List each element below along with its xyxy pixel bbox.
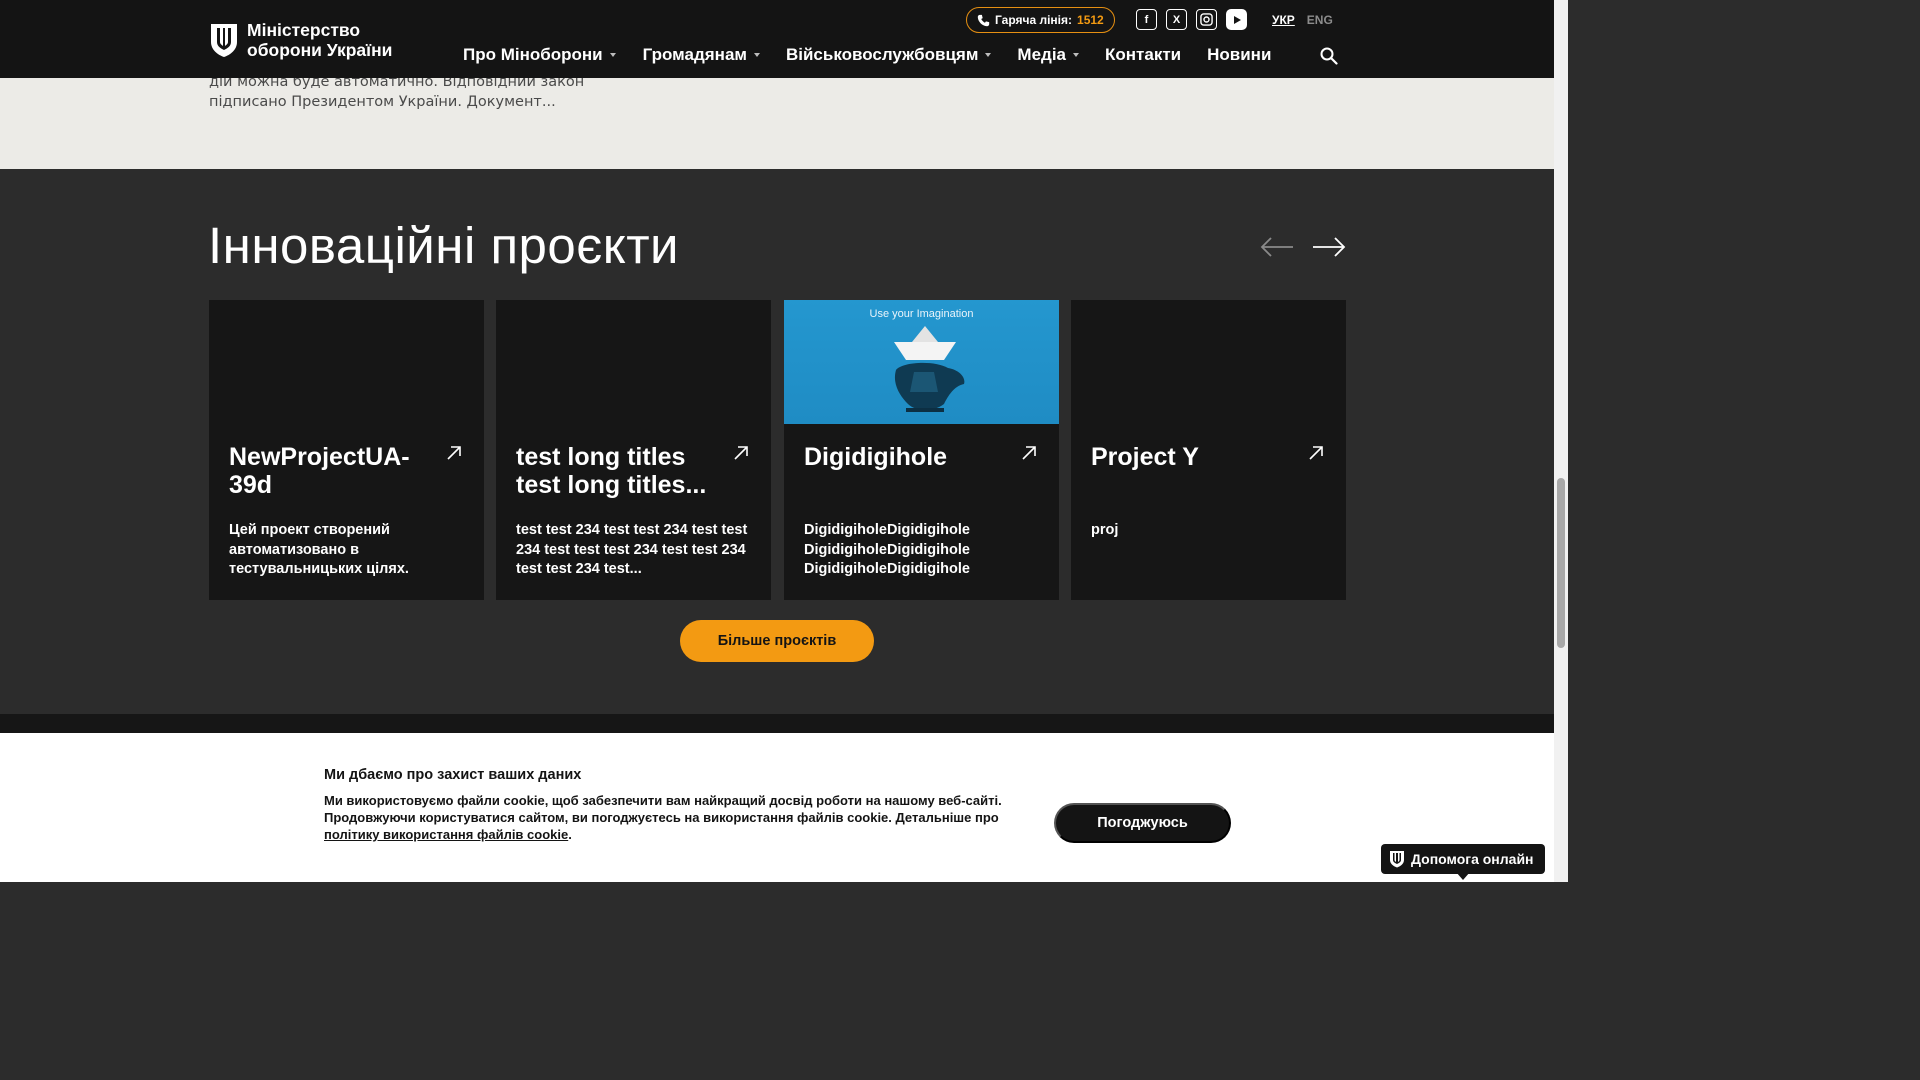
arrow-right-icon[interactable] xyxy=(1312,236,1346,258)
logo-line: Міністерство xyxy=(247,20,361,40)
nav-item-label: Про Міноборони xyxy=(463,45,603,64)
cookie-body: Ми використовуємо файли cookie, щоб забе… xyxy=(324,793,1002,825)
instagram-glyph xyxy=(1200,13,1213,26)
external-link-arrow-icon xyxy=(447,446,461,460)
youtube-icon[interactable] xyxy=(1226,9,1247,30)
cookie-policy-link[interactable]: політику використання файлів cookie xyxy=(324,827,568,842)
external-link-arrow-icon xyxy=(1022,446,1036,460)
project-card-title: Project Y xyxy=(1091,443,1199,471)
paper-boat-illustration xyxy=(894,326,965,412)
arrow-left-icon[interactable] xyxy=(1260,236,1294,258)
help-bubble-tail xyxy=(1456,872,1470,880)
project-card-image: Use your Imagination xyxy=(784,300,1059,424)
logo-text: Міністерство оборони України xyxy=(247,20,392,60)
chevron-down-icon xyxy=(985,53,992,57)
chevron-down-icon xyxy=(753,53,760,57)
cookie-title: Ми дбаємо про захист ваших даних xyxy=(324,767,582,783)
project-card-title: test long titles test long titles... xyxy=(516,443,707,499)
nav-item-media[interactable]: Медіа xyxy=(1017,45,1080,65)
nav-item-about[interactable]: Про Міноборони xyxy=(463,45,616,65)
project-card[interactable]: Use your Imagination Digidigihole Digidi… xyxy=(784,300,1059,600)
project-card-description: Цей проект створений автоматизовано в те… xyxy=(229,522,409,577)
project-card[interactable]: NewProjectUA-39d Цей проект створений ав… xyxy=(209,300,484,600)
nav-item-label: Військовослужбовцям xyxy=(785,45,979,64)
nav-item-label: Громадянам xyxy=(642,45,747,64)
nav-item-citizens[interactable]: Громадянам xyxy=(643,45,760,65)
project-card[interactable]: Project Y proj xyxy=(1071,300,1346,600)
project-card-title: NewProjectUA-39d xyxy=(229,443,410,499)
site-logo[interactable]: Міністерство оборони України xyxy=(209,20,392,60)
search-icon[interactable] xyxy=(1320,47,1338,65)
nav-item-contacts[interactable]: Контакти xyxy=(1105,45,1181,65)
social-links: f X xyxy=(1136,9,1247,30)
project-card-description: proj xyxy=(1091,522,1119,538)
trident-shield-icon xyxy=(211,24,237,57)
page-scrollbar[interactable] xyxy=(1554,0,1568,882)
instagram-icon[interactable] xyxy=(1196,9,1217,30)
logo-line: оборони України xyxy=(247,40,393,60)
nav-item-label: Контакти xyxy=(1105,45,1182,64)
hotline-button[interactable]: Гаряча лінія: 1512 xyxy=(966,7,1115,33)
trident-shield-icon xyxy=(1390,851,1404,868)
scrollbar-thumb[interactable] xyxy=(1557,478,1565,648)
help-online-button[interactable]: Допомога онлайн xyxy=(1381,844,1545,874)
accept-cookies-button[interactable]: Погоджуюсь xyxy=(1054,803,1231,843)
phone-icon xyxy=(977,14,990,26)
site-header: Міністерство оборони України Гаряча ліні… xyxy=(0,0,1554,78)
main-nav: Про Міноборони Громадянам Військовослужб… xyxy=(463,45,1271,65)
project-card-title: Digidigihole xyxy=(804,443,948,471)
facebook-icon[interactable]: f xyxy=(1136,9,1157,30)
chevron-down-icon xyxy=(609,53,616,57)
footer-edge xyxy=(0,714,1554,734)
cookie-banner: Ми дбаємо про захист ваших даних Ми вико… xyxy=(0,733,1554,882)
project-card-description: test test 234 test test 234 test test 23… xyxy=(516,522,748,577)
nav-item-label: Новини xyxy=(1207,45,1272,64)
news-excerpt[interactable]: дій можна буде автоматично. Відповідний … xyxy=(209,72,609,112)
x-twitter-icon[interactable]: X xyxy=(1166,9,1187,30)
nav-item-military[interactable]: Військовослужбовцям xyxy=(785,45,992,65)
more-projects-button[interactable]: Більше проєктів xyxy=(680,620,874,662)
play-glyph xyxy=(1233,15,1241,24)
project-card-description: DigidigiholeDigidigihole DigidigiholeDig… xyxy=(804,522,970,577)
help-label: Допомога онлайн xyxy=(1411,851,1534,867)
chevron-down-icon xyxy=(1073,53,1080,57)
language-switcher: УКР ENG xyxy=(1272,13,1333,27)
external-link-arrow-icon xyxy=(1309,446,1323,460)
news-excerpt-line: підписано Президентом України. Документ.… xyxy=(209,94,556,110)
cookie-text: Ми використовуємо файли cookie, щоб забе… xyxy=(324,792,1024,843)
hotline-label: Гаряча лінія: xyxy=(995,13,1073,27)
section-title: Інноваційні проєкти xyxy=(208,217,680,274)
cookie-period: . xyxy=(568,827,572,842)
project-card[interactable]: test long titles test long titles... tes… xyxy=(496,300,771,600)
hotline-number: 1512 xyxy=(1077,13,1104,27)
nav-item-news[interactable]: Новини xyxy=(1207,45,1271,65)
lang-ukr-link[interactable]: УКР xyxy=(1272,13,1295,27)
nav-item-label: Медіа xyxy=(1017,45,1067,64)
lang-eng-link[interactable]: ENG xyxy=(1307,13,1333,27)
external-link-arrow-icon xyxy=(734,446,748,460)
